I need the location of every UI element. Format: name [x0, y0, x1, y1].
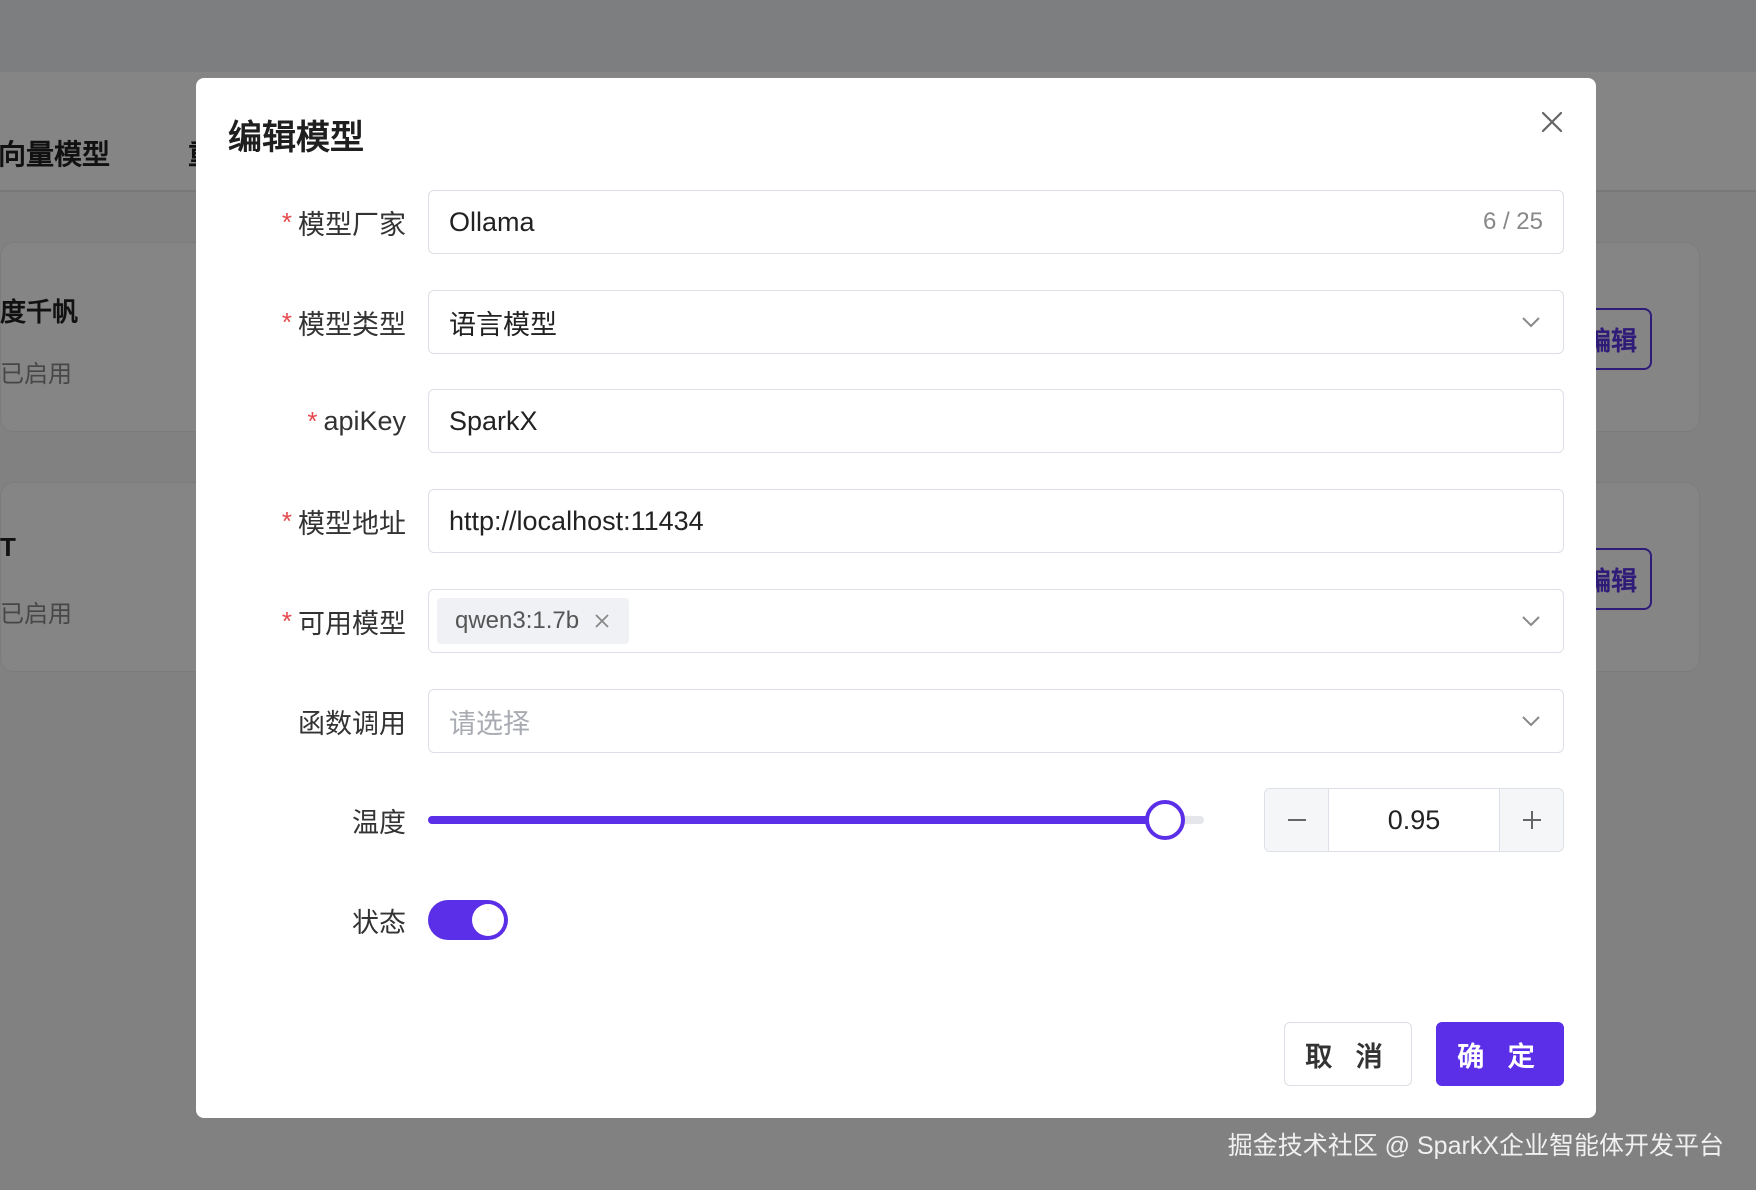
close-icon[interactable] — [1536, 106, 1568, 138]
chevron-down-icon — [1522, 616, 1540, 627]
function-call-placeholder: 请选择 — [449, 708, 530, 739]
temperature-stepper: 0.95 — [1264, 788, 1564, 852]
models-label: * 可用模型 — [281, 605, 406, 639]
required-mark: * — [281, 605, 292, 636]
form-row-models: * 可用模型 qwen3:1.7b — [196, 589, 1596, 653]
type-value: 语言模型 — [449, 309, 557, 340]
watermark: 掘金技术社区 @ SparkX企业智能体开发平台 — [1227, 1132, 1724, 1160]
form-row-vendor: * 模型厂家 Ollama 6 / 25 — [196, 190, 1596, 254]
function-call-select[interactable]: 请选择 — [428, 689, 1564, 753]
apikey-value: SparkX — [449, 405, 538, 436]
address-value: http://localhost:11434 — [449, 505, 704, 536]
slider-handle[interactable] — [1145, 800, 1185, 840]
char-counter: 6 / 25 — [1482, 208, 1543, 235]
required-mark: * — [307, 405, 318, 436]
tag-close-icon[interactable] — [593, 612, 611, 630]
apikey-input[interactable]: SparkX — [428, 389, 1564, 453]
chevron-down-icon — [1522, 716, 1540, 727]
vendor-input[interactable]: Ollama 6 / 25 — [428, 190, 1564, 254]
required-mark: * — [281, 306, 292, 337]
slider-fill — [428, 816, 1165, 824]
function-call-label: 函数调用 — [298, 708, 406, 739]
temperature-label: 温度 — [352, 807, 406, 838]
plus-icon — [1522, 811, 1541, 829]
toggle-knob — [472, 904, 504, 936]
form-row-address: * 模型地址 http://localhost:11434 — [196, 489, 1596, 553]
models-multiselect[interactable]: qwen3:1.7b — [428, 589, 1564, 653]
type-label: * 模型类型 — [281, 306, 406, 340]
minus-icon — [1287, 819, 1306, 821]
vendor-value: Ollama — [449, 206, 535, 237]
required-mark: * — [281, 505, 292, 536]
form-row-apikey: * apiKey SparkX — [196, 389, 1596, 453]
increment-button[interactable] — [1499, 789, 1563, 851]
cancel-button[interactable]: 取 消 — [1284, 1022, 1412, 1086]
status-toggle[interactable] — [428, 900, 508, 940]
required-mark: * — [281, 206, 292, 237]
apikey-label: * apiKey — [307, 405, 406, 436]
type-select[interactable]: 语言模型 — [428, 290, 1564, 354]
form-row-function-call: 函数调用 请选择 — [196, 689, 1596, 753]
form-row-temperature: 温度 0.95 — [196, 788, 1596, 852]
confirm-button[interactable]: 确 定 — [1436, 1022, 1564, 1086]
form-row-status: 状态 — [196, 888, 1596, 952]
address-label: * 模型地址 — [281, 505, 406, 539]
temperature-slider[interactable] — [428, 800, 1204, 840]
status-label: 状态 — [352, 907, 406, 938]
vendor-label: * 模型厂家 — [281, 206, 406, 240]
form-row-type: * 模型类型 语言模型 — [196, 290, 1596, 354]
chevron-down-icon — [1522, 317, 1540, 328]
edit-model-dialog: 编辑模型 * 模型厂家 Ollama 6 / 25 * 模型类型 语言模型 * … — [196, 78, 1596, 1118]
decrement-button[interactable] — [1265, 789, 1329, 851]
dialog-title: 编辑模型 — [228, 119, 364, 157]
address-input[interactable]: http://localhost:11434 — [428, 489, 1564, 553]
temperature-value[interactable]: 0.95 — [1329, 789, 1499, 851]
model-tag: qwen3:1.7b — [437, 598, 630, 644]
